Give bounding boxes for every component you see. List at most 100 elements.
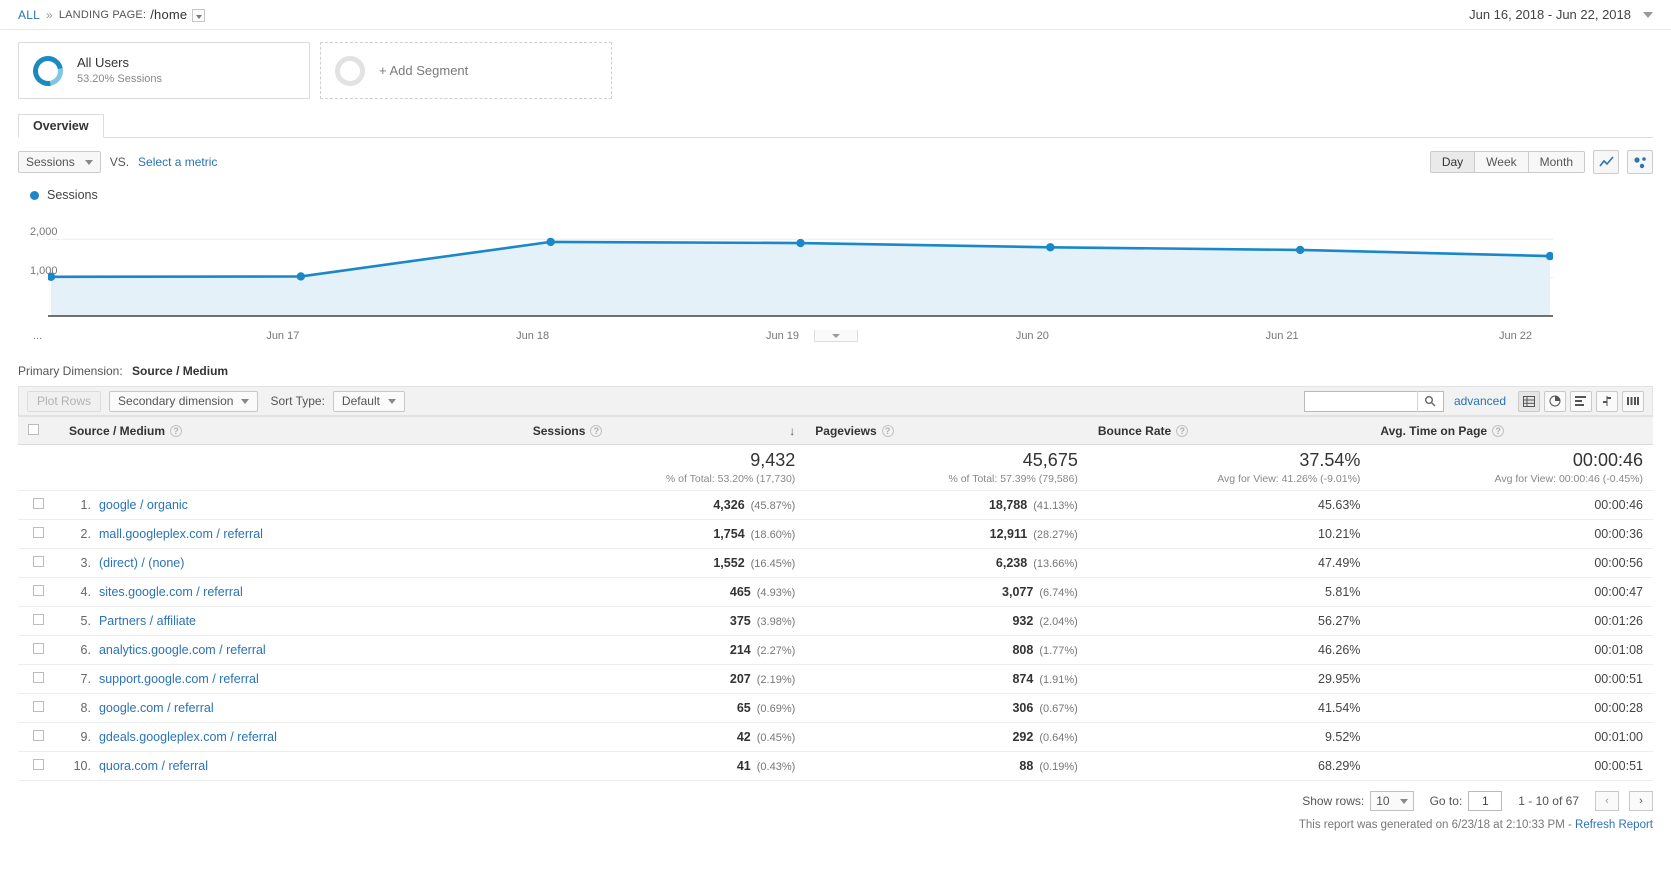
select-all-checkbox[interactable] (28, 423, 39, 435)
segment-all-users[interactable]: All Users 53.20% Sessions (18, 42, 310, 99)
row-checkbox-cell[interactable] (18, 751, 59, 781)
metric-select[interactable]: Sessions (18, 151, 101, 173)
row-avg-time-cell: 00:00:51 (1370, 664, 1653, 694)
row-dimension-link[interactable]: support.google.com / referral (99, 672, 259, 686)
line-chart-icon (1598, 155, 1614, 166)
primary-dimension-value[interactable]: Source / Medium (132, 364, 228, 378)
motion-chart-view-button[interactable] (1627, 150, 1653, 174)
breadcrumb-all-link[interactable]: ALL (18, 8, 40, 22)
pivot-view-button[interactable] (1622, 390, 1644, 412)
row-checkbox-cell[interactable] (18, 635, 59, 665)
previous-page-button[interactable]: ‹ (1595, 791, 1619, 811)
row-dimension-link[interactable]: quora.com / referral (99, 759, 208, 773)
row-dimension-link[interactable]: analytics.google.com / referral (99, 643, 266, 657)
row-checkbox-cell[interactable] (18, 490, 59, 520)
advanced-link[interactable]: advanced (1454, 394, 1506, 408)
row-dimension-link[interactable]: Partners / affiliate (99, 614, 196, 628)
row-checkbox[interactable] (32, 759, 44, 770)
date-range-selector[interactable]: Jun 16, 2018 - Jun 22, 2018 (1469, 7, 1653, 22)
help-icon[interactable]: ? (1176, 424, 1189, 437)
row-bounce-rate-cell: 68.29% (1087, 751, 1371, 781)
segment-name: All Users (77, 54, 130, 70)
metric-percent: (1.77%) (1039, 645, 1078, 657)
row-checkbox-cell[interactable] (18, 722, 59, 752)
table-pagination: Show rows: 10 Go to: 1 1 - 10 of 67 ‹ › (18, 791, 1653, 811)
row-checkbox-cell[interactable] (18, 693, 59, 723)
row-sessions-cell: 214 (2.27%) (522, 635, 806, 665)
row-checkbox[interactable] (32, 498, 44, 509)
row-checkbox[interactable] (32, 730, 44, 741)
row-pageviews-cell: 808 (1.77%) (805, 635, 1088, 665)
row-checkbox-cell[interactable] (18, 606, 59, 636)
row-bounce-rate-cell: 9.52% (1087, 722, 1371, 752)
metric-controls: Sessions VS. Select a metric Day Week Mo… (0, 138, 1671, 174)
pie-view-button[interactable] (1544, 390, 1566, 412)
row-bounce-rate-cell: 41.54% (1087, 693, 1371, 723)
row-checkbox-cell[interactable] (18, 548, 59, 578)
collapse-chart-button[interactable] (813, 330, 858, 342)
tab-overview[interactable]: Overview (18, 114, 104, 138)
granularity-day[interactable]: Day (1430, 152, 1476, 172)
row-dimension-link[interactable]: sites.google.com / referral (99, 585, 243, 599)
table-search[interactable] (1303, 390, 1444, 412)
refresh-report-link[interactable]: Refresh Report (1575, 819, 1653, 831)
help-icon[interactable]: ? (170, 424, 182, 437)
metric-percent: (0.69%) (756, 703, 796, 715)
secondary-dimension-button[interactable]: Secondary dimension (109, 390, 259, 412)
row-checkbox[interactable] (32, 672, 44, 683)
x-axis-tick: Jun 19 (765, 330, 800, 342)
legend-label: Sessions (47, 188, 98, 202)
sort-type-select[interactable]: Default (332, 390, 405, 412)
row-avg-time-cell: 00:00:56 (1370, 548, 1653, 578)
row-dimension-link[interactable]: gdeals.googleplex.com / referral (99, 730, 277, 744)
header-source-medium[interactable]: Source / Medium? (58, 416, 523, 445)
row-checkbox[interactable] (32, 701, 44, 712)
row-dimension-link[interactable]: google.com / referral (99, 701, 214, 715)
row-index: 3. (80, 556, 91, 570)
row-checkbox[interactable] (32, 527, 44, 538)
select-metric-link[interactable]: Select a metric (138, 155, 217, 169)
help-icon[interactable]: ? (1492, 424, 1505, 437)
row-checkbox[interactable] (32, 585, 44, 596)
table-row: 8. google.com / referral 65 (0.69%) 306 (0.67… (18, 693, 1653, 723)
table-row: 9. gdeals.googleplex.com / referral 42 (0.4… (18, 722, 1653, 752)
breadcrumb-dropdown-icon[interactable] (192, 9, 206, 22)
granularity-week[interactable]: Week (1475, 152, 1529, 172)
search-icon[interactable] (1416, 390, 1443, 412)
row-checkbox-cell[interactable] (18, 577, 59, 607)
row-dimension-link[interactable]: mall.googleplex.com / referral (99, 527, 263, 541)
row-avg-time-cell: 00:00:36 (1370, 519, 1653, 549)
row-dimension-link[interactable]: google / organic (99, 498, 188, 512)
row-checkbox-cell[interactable] (18, 664, 59, 694)
performance-view-button[interactable] (1570, 390, 1592, 412)
select-all-header[interactable] (18, 416, 59, 445)
next-page-button[interactable]: › (1629, 791, 1653, 811)
line-chart-view-button[interactable] (1593, 150, 1619, 174)
row-checkbox[interactable] (32, 556, 44, 567)
add-segment-button[interactable]: + Add Segment (320, 42, 612, 99)
row-dimension-link[interactable]: (direct) / (none) (99, 556, 184, 570)
show-rows-select[interactable]: 10 (1370, 791, 1414, 811)
x-axis-tick: Jun 21 (1265, 330, 1299, 342)
granularity-month[interactable]: Month (1528, 152, 1584, 172)
table-toolbar: Plot Rows Secondary dimension Sort Type:… (18, 386, 1653, 416)
x-axis-tick: Jun 22 (1498, 330, 1532, 342)
plot-rows-button[interactable]: Plot Rows (27, 390, 102, 412)
row-checkbox-cell[interactable] (18, 519, 59, 549)
row-checkbox[interactable] (32, 614, 44, 625)
header-sessions[interactable]: Sessions ? ↓ (522, 416, 806, 445)
metric-percent: (4.93%) (756, 587, 796, 599)
row-checkbox[interactable] (32, 643, 44, 654)
help-icon[interactable]: ? (881, 424, 894, 437)
header-avg-time-on-page[interactable]: Avg. Time on Page? (1370, 416, 1653, 445)
header-bounce-rate[interactable]: Bounce Rate? (1087, 416, 1371, 445)
header-pageviews[interactable]: Pageviews? (805, 416, 1088, 445)
table-view-button[interactable] (1518, 390, 1540, 412)
help-icon[interactable]: ? (590, 424, 603, 437)
metric-percent: (2.19%) (756, 674, 796, 686)
metric-percent: (0.64%) (1039, 732, 1078, 744)
comparison-view-button[interactable] (1596, 390, 1618, 412)
go-to-input[interactable]: 1 (1468, 791, 1503, 811)
metric-value: 214 (729, 643, 751, 657)
search-input[interactable] (1304, 392, 1417, 410)
